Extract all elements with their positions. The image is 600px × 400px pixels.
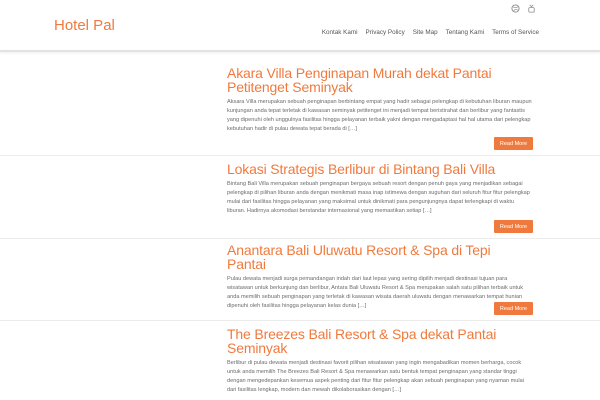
site-title[interactable]: Hotel Pal (54, 17, 115, 34)
site-header: Hotel Pal Kontak Kami Privacy Policy Sit… (0, 0, 600, 50)
post-actions: Read More (227, 220, 533, 233)
read-more-button[interactable]: Read More (494, 137, 533, 150)
post-item: The Breezes Bali Resort & Spa dekat Pant… (227, 327, 533, 395)
nav-item-site-map[interactable]: Site Map (413, 29, 438, 36)
post-item: Anantara Bali Uluwatu Resort & Spa di Te… (227, 243, 533, 311)
nav-item-kontak-kami[interactable]: Kontak Kami (322, 29, 358, 36)
post-actions: Read More (227, 137, 533, 150)
post-excerpt: Berlibur di pulau dewata menjadi destina… (227, 360, 524, 393)
youtube-icon[interactable] (526, 3, 536, 13)
post-item: Akara Villa Penginapan Murah dekat Panta… (227, 66, 533, 134)
post-actions: Read More (227, 302, 533, 315)
post-divider (0, 155, 600, 156)
header-divider (0, 50, 600, 52)
post-excerpt: Bintang Bali Villa merupakan sebuah peng… (227, 181, 530, 214)
nav-item-terms-of-service[interactable]: Terms of Service (492, 29, 539, 36)
read-more-button[interactable]: Read More (494, 220, 533, 233)
social-links (510, 3, 536, 13)
dribbble-icon[interactable] (510, 3, 520, 13)
post-divider (0, 238, 600, 239)
post-excerpt: Aksara Villa merupakan sebuah penginapan… (227, 99, 532, 132)
post-title[interactable]: Akara Villa Penginapan Murah dekat Panta… (227, 66, 533, 94)
nav-item-tentang-kami[interactable]: Tentang Kami (446, 29, 485, 36)
post-item: Lokasi Strategis Berlibur di Bintang Bal… (227, 162, 533, 216)
post-title[interactable]: Anantara Bali Uluwatu Resort & Spa di Te… (227, 243, 533, 271)
post-divider (0, 320, 600, 321)
post-title[interactable]: Lokasi Strategis Berlibur di Bintang Bal… (227, 162, 533, 176)
main-nav: Kontak Kami Privacy Policy Site Map Tent… (314, 29, 539, 36)
nav-item-privacy-policy[interactable]: Privacy Policy (366, 29, 405, 36)
read-more-button[interactable]: Read More (494, 302, 533, 315)
post-title[interactable]: The Breezes Bali Resort & Spa dekat Pant… (227, 327, 533, 355)
